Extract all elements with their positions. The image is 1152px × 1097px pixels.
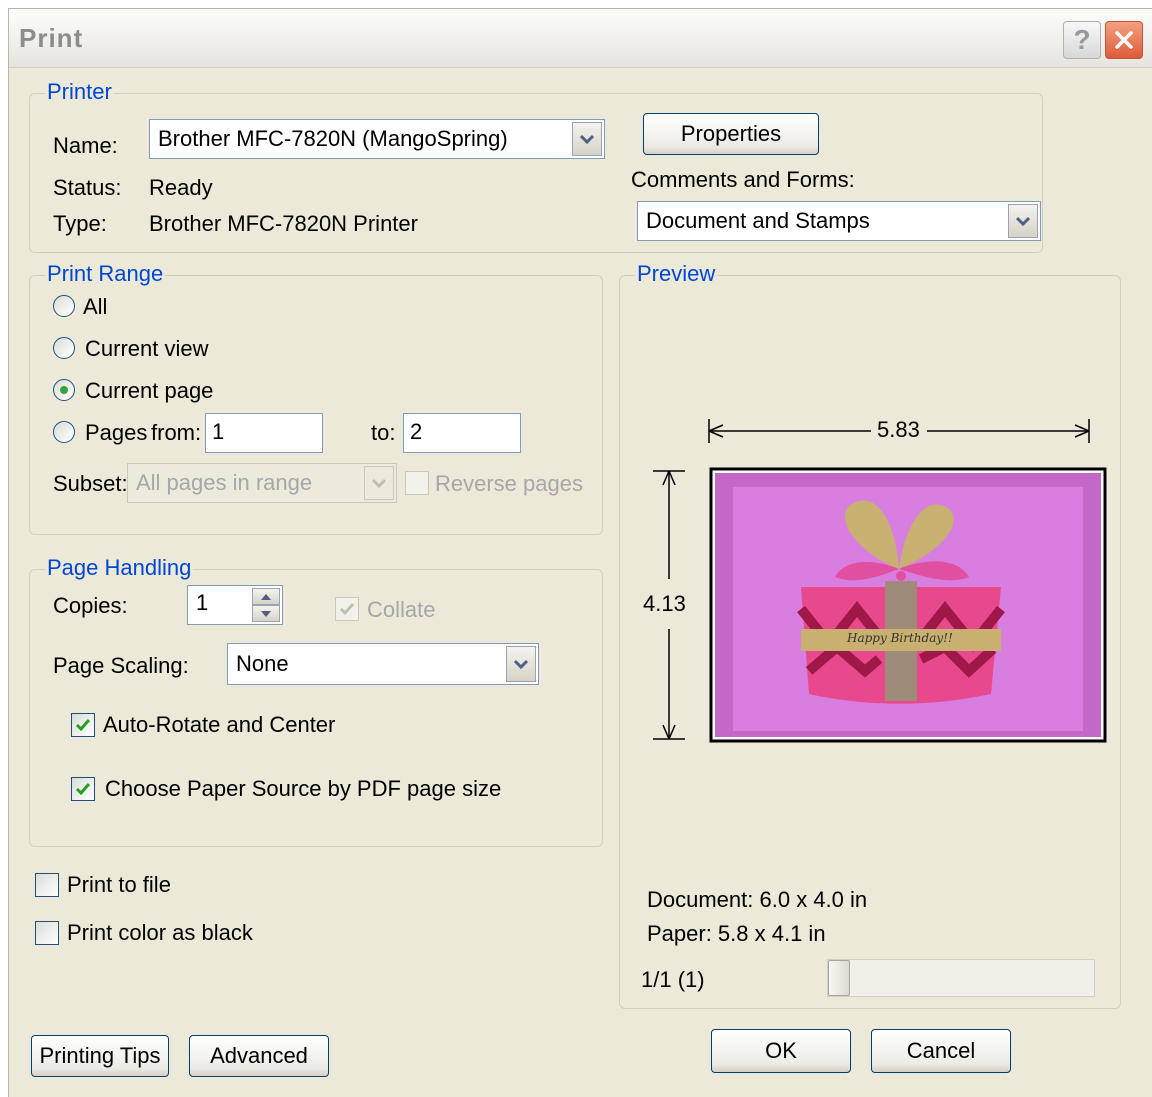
printing-tips-label: Printing Tips <box>39 1043 161 1068</box>
chevron-down-icon[interactable] <box>1008 204 1038 238</box>
chevron-down-icon[interactable] <box>572 122 602 156</box>
properties-button[interactable]: Properties <box>643 113 819 155</box>
printer-status-value: Ready <box>149 175 213 200</box>
help-button[interactable]: ? <box>1063 21 1101 59</box>
preview-card-text: Happy Birthday!! <box>847 631 953 645</box>
reverse-pages-checkbox[interactable] <box>405 471 429 495</box>
paper-source-checkbox[interactable] <box>71 777 95 801</box>
printer-name-label: Name: <box>53 133 118 158</box>
close-icon <box>1115 31 1133 49</box>
printer-name-value: Brother MFC-7820N (MangoSpring) <box>158 126 508 151</box>
page-handling-legend: Page Handling <box>45 555 194 581</box>
chevron-down-icon[interactable] <box>506 646 536 682</box>
printing-tips-button[interactable]: Printing Tips <box>31 1035 169 1077</box>
document-size: Document: 6.0 x 4.0 in <box>647 887 868 912</box>
page-slider[interactable] <box>827 959 1095 997</box>
range-to-input[interactable]: 2 <box>403 413 521 453</box>
checkmark-icon <box>75 719 91 732</box>
range-to-label: to: <box>371 420 396 445</box>
print-color-black-checkbox[interactable] <box>35 921 59 945</box>
print-color-black-label[interactable]: Print color as black <box>67 920 253 946</box>
chevron-down-icon <box>261 610 271 617</box>
copies-stepper[interactable]: 1 <box>187 585 283 625</box>
preview-width-value: 5.83 <box>877 417 920 442</box>
reverse-pages-label[interactable]: Reverse pages <box>435 471 583 497</box>
copies-value: 1 <box>196 590 209 615</box>
page-scaling-label: Page Scaling: <box>53 653 189 678</box>
close-button[interactable] <box>1105 21 1143 59</box>
range-current-view-radio[interactable] <box>53 337 75 359</box>
printer-legend: Printer <box>45 79 114 105</box>
paper-size: Paper: 5.8 x 4.1 in <box>647 921 826 946</box>
range-pages-label[interactable]: Pages <box>85 420 147 446</box>
checkmark-icon <box>75 783 91 796</box>
collate-label[interactable]: Collate <box>367 597 435 623</box>
range-from-label: from: <box>151 420 202 445</box>
print-to-file-label[interactable]: Print to file <box>67 872 171 898</box>
copies-label: Copies: <box>53 593 128 618</box>
chevron-up-icon <box>261 593 271 600</box>
print-dialog: Print ? Printer Name: Brother MFC-7820N … <box>8 8 1152 1097</box>
subset-label: Subset: <box>53 471 128 496</box>
help-icon: ? <box>1073 24 1091 55</box>
print-to-file-checkbox[interactable] <box>35 873 59 897</box>
advanced-label: Advanced <box>210 1043 308 1068</box>
comments-forms-select[interactable]: Document and Stamps <box>637 201 1041 241</box>
copies-down-button[interactable] <box>252 605 280 622</box>
page-counter: 1/1 (1) <box>641 967 705 992</box>
auto-rotate-label[interactable]: Auto-Rotate and Center <box>103 712 335 738</box>
page-scaling-value: None <box>236 651 289 676</box>
auto-rotate-checkbox[interactable] <box>71 713 95 737</box>
printer-status-label: Status: <box>53 175 122 200</box>
advanced-button[interactable]: Advanced <box>189 1035 329 1077</box>
range-current-page-radio[interactable] <box>53 379 75 401</box>
range-current-page-label[interactable]: Current page <box>85 378 213 404</box>
page-scaling-select[interactable]: None <box>227 643 539 685</box>
chevron-down-icon[interactable] <box>364 466 394 500</box>
comments-forms-value: Document and Stamps <box>646 208 870 233</box>
paper-source-label[interactable]: Choose Paper Source by PDF page size <box>105 776 501 802</box>
range-pages-radio[interactable] <box>53 421 75 443</box>
preview-diagram <box>653 419 1107 743</box>
comments-forms-label: Comments and Forms: <box>631 167 855 192</box>
range-all-label[interactable]: All <box>83 294 107 320</box>
subset-select[interactable]: All pages in range <box>127 463 397 503</box>
collate-checkbox[interactable] <box>335 597 359 621</box>
subset-value: All pages in range <box>136 470 313 495</box>
range-all-radio[interactable] <box>53 295 75 317</box>
range-from-input[interactable]: 1 <box>205 413 323 453</box>
printer-type-label: Type: <box>53 211 107 236</box>
checkmark-icon <box>339 603 355 616</box>
preview-legend: Preview <box>635 261 718 287</box>
properties-button-label: Properties <box>680 121 782 146</box>
window-title: Print <box>19 23 84 53</box>
ok-label: OK <box>765 1038 797 1063</box>
page-slider-thumb[interactable] <box>828 960 850 996</box>
preview-height-value: 4.13 <box>643 591 686 616</box>
title-bar[interactable]: Print ? <box>9 9 1152 68</box>
range-current-view-label[interactable]: Current view <box>85 336 208 362</box>
printer-type-value: Brother MFC-7820N Printer <box>149 211 418 236</box>
cancel-label: Cancel <box>906 1038 976 1063</box>
print-range-legend: Print Range <box>45 261 166 287</box>
copies-up-button[interactable] <box>252 588 280 605</box>
ok-button[interactable]: OK <box>711 1029 851 1073</box>
printer-name-select[interactable]: Brother MFC-7820N (MangoSpring) <box>149 119 605 159</box>
cancel-button[interactable]: Cancel <box>871 1029 1011 1073</box>
